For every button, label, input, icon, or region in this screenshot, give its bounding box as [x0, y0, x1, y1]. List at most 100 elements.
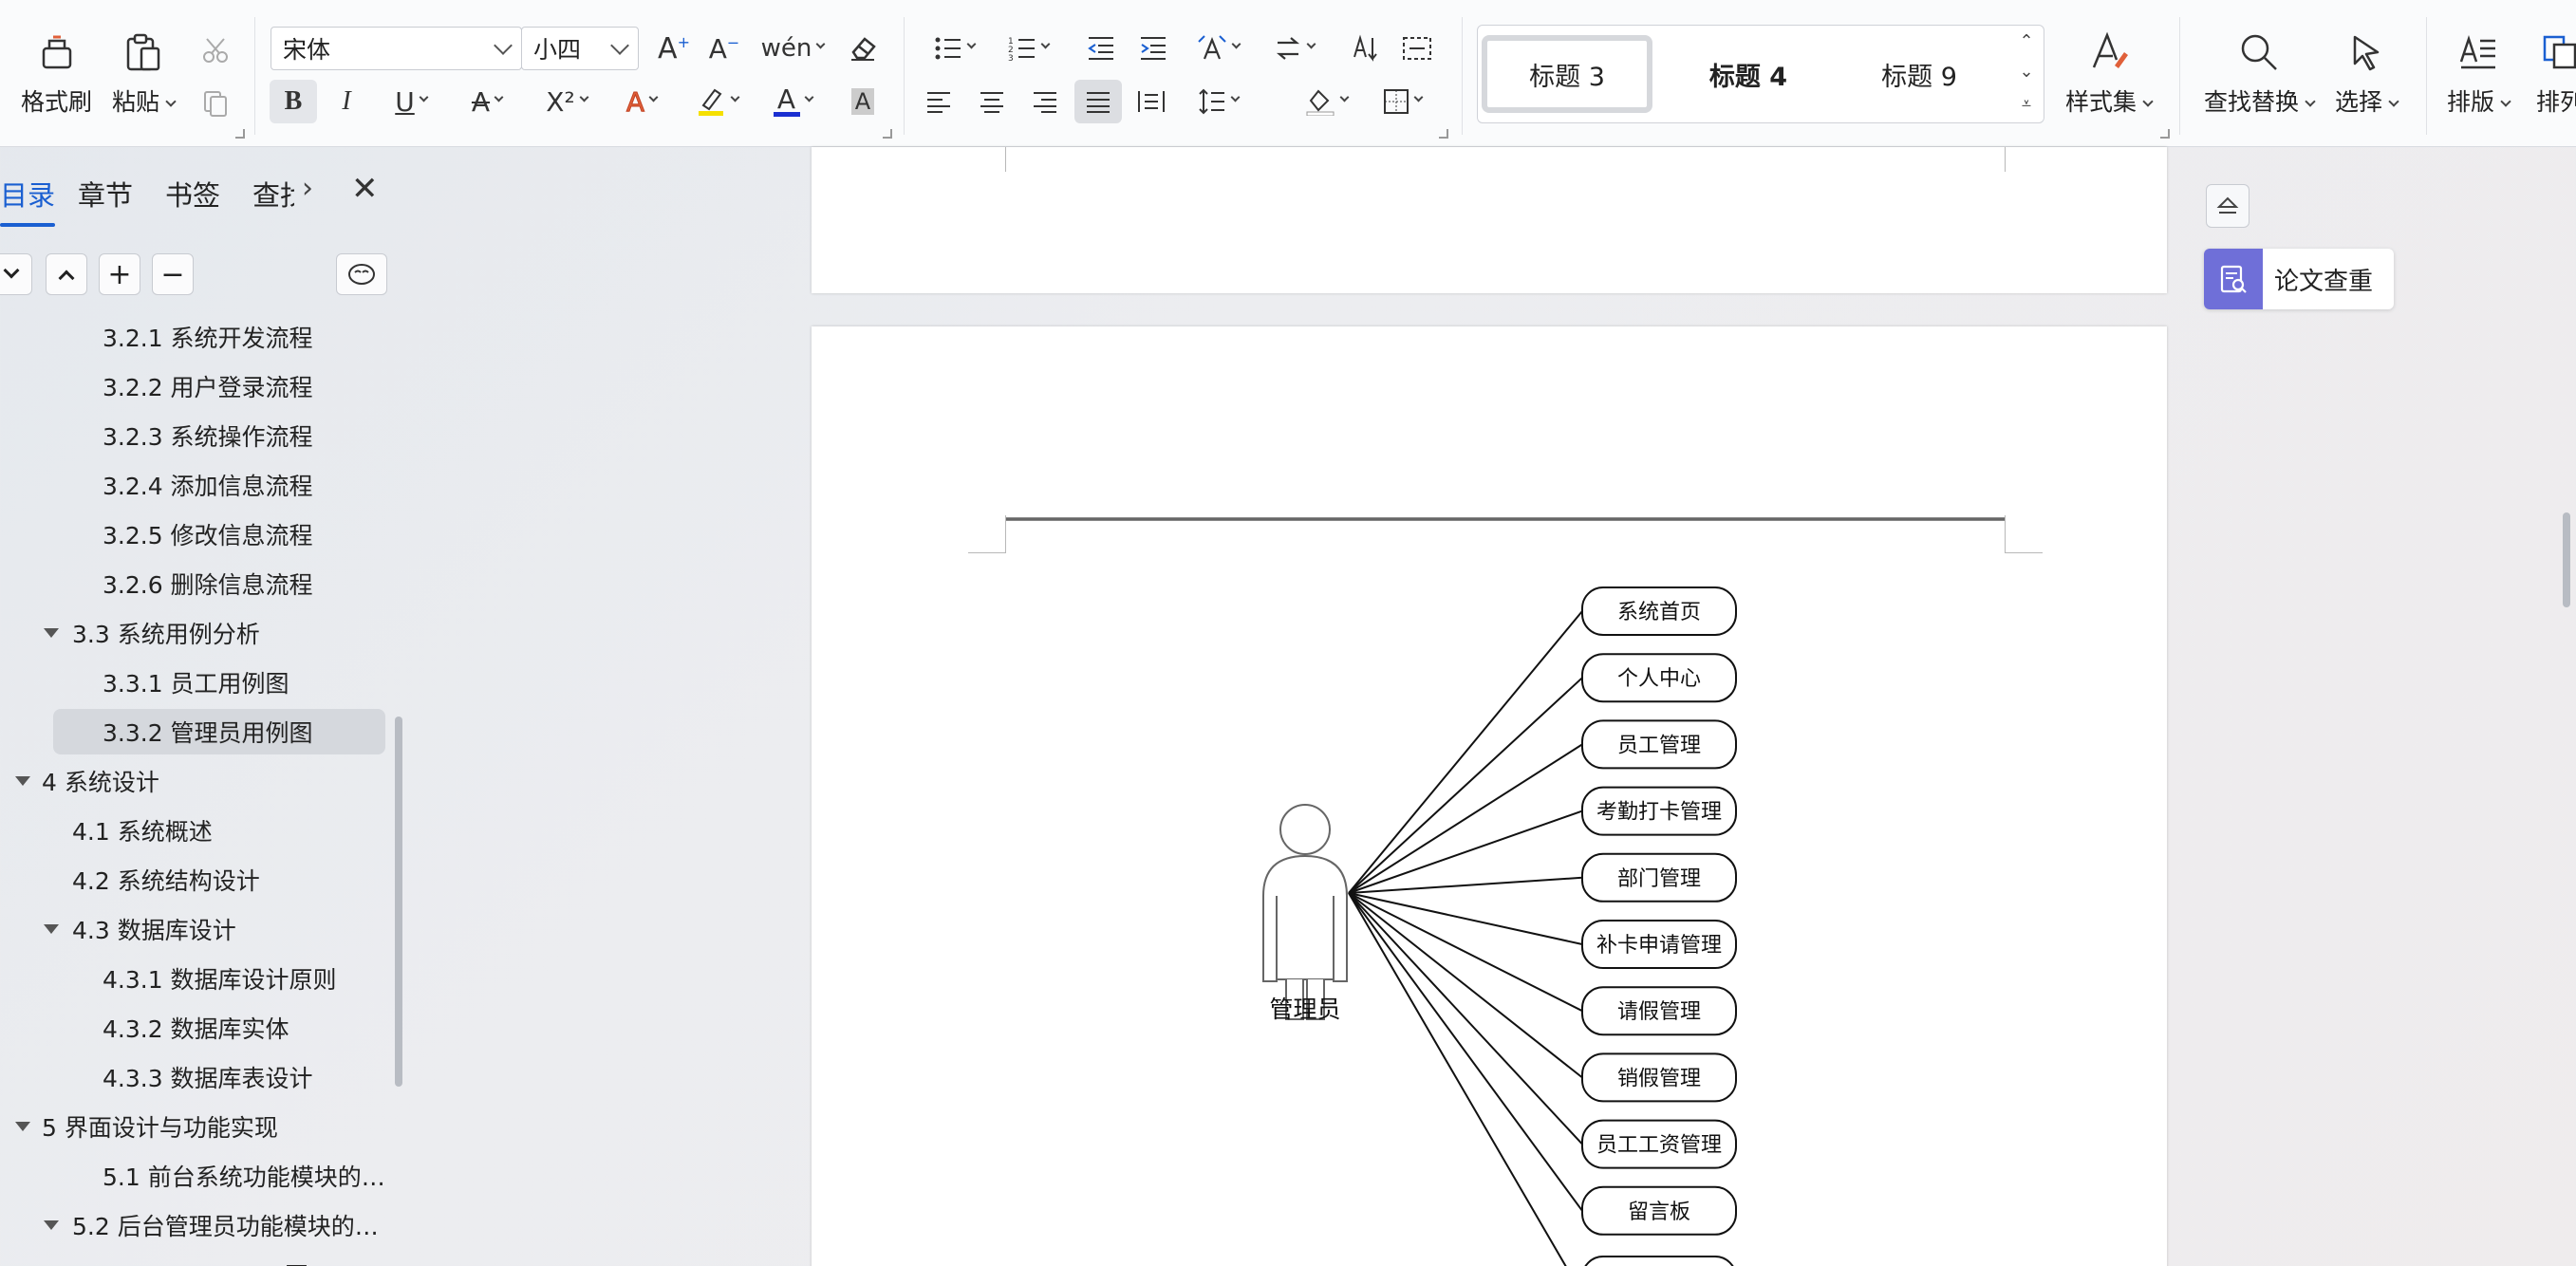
style-heading-9[interactable]: 标题 9 [1839, 35, 2000, 113]
collapse-panel-button[interactable] [2206, 184, 2249, 228]
chevron-down-icon [419, 92, 429, 102]
gallery-expand-icon[interactable]: ⩡ [2017, 92, 2036, 115]
collapse-all-button[interactable] [0, 253, 32, 295]
increase-indent-icon [1141, 37, 1166, 60]
distribute-button[interactable] [1128, 80, 1175, 123]
expand-triangle-icon[interactable] [44, 628, 59, 638]
chinese-layout-button[interactable] [1188, 27, 1247, 70]
tab-bookmarks[interactable]: 书签 [165, 174, 220, 214]
cut-button[interactable] [192, 28, 239, 72]
group-separator [2426, 17, 2427, 135]
toc-item[interactable]: 4.3.3 数据库表设计 [0, 1054, 389, 1100]
strikethrough-button[interactable]: A [457, 80, 516, 123]
expand-triangle-icon[interactable] [44, 924, 59, 934]
toc-item[interactable]: 3.2.3 系统操作流程 [0, 413, 389, 458]
font-dialog-launcher[interactable] [883, 129, 892, 139]
expand-triangle-icon[interactable] [15, 776, 30, 786]
phonetic-guide-button[interactable]: wén [759, 27, 826, 70]
toc-item[interactable]: 4.3.1 数据库设计原则 [0, 956, 389, 1001]
toc-item[interactable]: 3.3.1 员工用例图 [0, 660, 389, 705]
smart-toc-button[interactable] [336, 253, 387, 295]
highlight-button[interactable] [687, 80, 746, 123]
toc-item[interactable]: 3.3 系统用例分析 [0, 610, 389, 656]
borders-button[interactable] [1372, 80, 1431, 123]
show-marks-button[interactable] [1393, 27, 1441, 70]
shading-button[interactable] [1297, 80, 1355, 123]
text-direction-button[interactable] [1264, 27, 1323, 70]
clear-format-button[interactable] [839, 27, 887, 70]
style-heading-4[interactable]: 标题 4 [1668, 35, 1829, 113]
toc-item[interactable]: 4 系统设计 [0, 758, 389, 804]
align-right-button[interactable] [1021, 80, 1069, 123]
tabs-more-icon[interactable]: › [302, 172, 313, 205]
clipboard-dialog-launcher[interactable] [235, 129, 245, 139]
font-size-select[interactable]: 小四 [521, 27, 639, 70]
expand-triangle-icon[interactable] [44, 1220, 59, 1230]
toc-item[interactable]: 4.3.2 数据库实体 [0, 1005, 389, 1051]
italic-button[interactable]: I [323, 80, 370, 123]
toc-item[interactable]: 3.2.2 用户登录流程 [0, 363, 389, 409]
grow-font-button[interactable]: A+ [650, 27, 698, 70]
sort-button[interactable] [1341, 27, 1389, 70]
tab-find[interactable]: 查找 [252, 174, 294, 214]
remove-heading-button[interactable]: − [152, 253, 194, 295]
plagiarism-check-button[interactable]: 论文查重 [2204, 249, 2394, 309]
association-line [1348, 610, 1583, 894]
toc-item[interactable]: 3.2.6 删除信息流程 [0, 561, 389, 606]
toc-item[interactable]: 3.2.5 修改信息流程 [0, 512, 389, 557]
numbered-list-button[interactable]: 123 [999, 27, 1056, 70]
toc-item[interactable]: 4.1 系统概述 [0, 808, 389, 853]
tab-chapters[interactable]: 章节 [78, 174, 133, 214]
gallery-down-icon[interactable]: ⌄ [2017, 60, 2036, 83]
layout-button[interactable]: 排版 [2447, 28, 2511, 123]
underline-button[interactable]: U [382, 80, 440, 123]
arrange-button[interactable]: 排列 [2536, 28, 2576, 123]
shrink-font-button[interactable]: A− [700, 27, 748, 70]
toc-item[interactable]: 5 界面设计与功能实现 [0, 1104, 389, 1149]
styles-dialog-launcher[interactable] [2160, 129, 2170, 139]
toc-item[interactable]: 图 5-1 [0, 1252, 389, 1266]
align-left-button[interactable] [915, 80, 962, 123]
nav-scrollbar[interactable] [395, 717, 402, 1087]
decrease-indent-button[interactable] [1077, 27, 1125, 70]
expand-triangle-icon[interactable] [15, 1122, 30, 1131]
bullet-list-button[interactable] [925, 27, 982, 70]
align-center-button[interactable] [968, 80, 1016, 123]
expand-up-button[interactable] [46, 253, 87, 295]
toc-item[interactable]: 3.2.4 添加信息流程 [0, 462, 389, 508]
add-heading-button[interactable]: + [99, 253, 140, 295]
close-pane-icon[interactable]: ✕ [351, 170, 379, 208]
tab-toc[interactable]: 目录 [0, 174, 56, 227]
find-replace-button[interactable]: 查找替换 [2204, 28, 2316, 123]
toc-item[interactable]: 4.3 数据库设计 [0, 906, 389, 952]
group-separator [1462, 17, 1463, 135]
toc-item[interactable]: 4.2 系统结构设计 [0, 857, 389, 903]
superscript-button[interactable]: X² [533, 80, 600, 123]
character-shading-button[interactable]: A [839, 80, 887, 123]
toc-item[interactable]: 5.1 前台系统功能模块的… [0, 1153, 389, 1199]
toc-item-label: 4.1 系统概述 [72, 818, 213, 846]
font-name-select[interactable]: 宋体 [271, 27, 522, 70]
paragraph-dialog-launcher[interactable] [1439, 129, 1448, 139]
justify-button[interactable] [1074, 80, 1122, 123]
chevron-down-icon [2500, 96, 2511, 107]
line-spacing-icon [1198, 88, 1224, 115]
toc-item[interactable]: 5.2 后台管理员功能模块的… [0, 1202, 389, 1248]
increase-indent-button[interactable] [1129, 27, 1177, 70]
text-effect-button[interactable]: A [612, 80, 671, 123]
toc-item[interactable]: 3.2.1 系统开发流程 [0, 314, 389, 360]
format-painter-button[interactable]: 格式刷 [21, 28, 92, 123]
toc-item[interactable]: 3.3.2 管理员用例图 [53, 709, 385, 754]
style-set-button[interactable]: 样式集 [2065, 28, 2154, 123]
gallery-up-icon[interactable]: ⌃ [2017, 29, 2036, 52]
character-shading-icon: A [850, 88, 875, 115]
copy-button[interactable] [192, 82, 239, 125]
line-spacing-button[interactable] [1188, 80, 1247, 123]
paste-button[interactable]: 粘贴 [112, 28, 177, 123]
bold-button[interactable]: B [270, 80, 317, 123]
select-button[interactable]: 选择 [2335, 28, 2399, 123]
style-heading-3[interactable]: 标题 3 [1482, 35, 1652, 113]
document-scrollbar[interactable] [2563, 512, 2570, 607]
font-color-button[interactable]: A [763, 80, 822, 123]
font-color-icon: A [773, 85, 800, 117]
